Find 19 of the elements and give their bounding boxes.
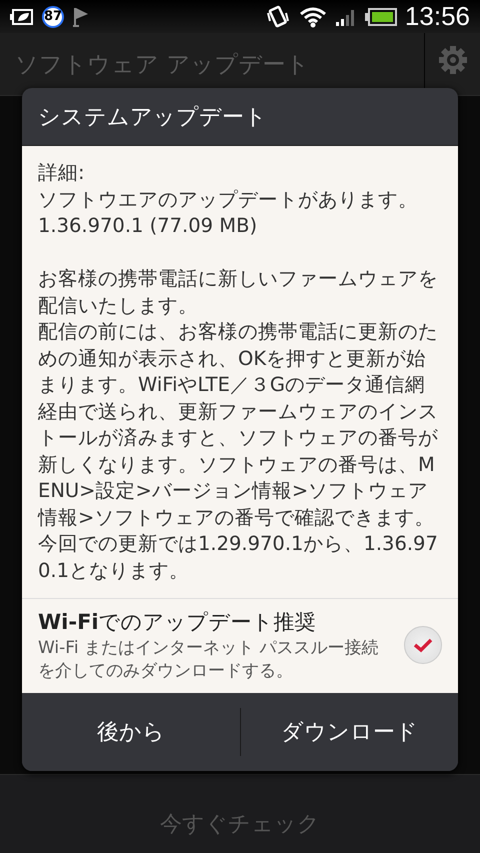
- body-text: ソフトウエアのアップデートがあります。: [38, 186, 419, 212]
- checkbox[interactable]: [404, 626, 442, 664]
- leaf-battery-icon: [10, 8, 34, 26]
- notification-count: 87: [42, 6, 64, 28]
- battery-icon: [364, 8, 397, 26]
- vibrate-icon: [264, 4, 291, 28]
- body-text: 1.36.970.1 (77.09 MB): [38, 213, 258, 239]
- download-button[interactable]: ダウンロード: [240, 693, 458, 771]
- check-icon: [413, 637, 433, 653]
- option-label: Wi-Fiでのアップデート推奨: [38, 609, 317, 636]
- body-text: 詳細:: [38, 160, 86, 186]
- wifi-icon: [298, 6, 327, 28]
- flag-icon: [72, 6, 90, 28]
- option-description: Wi-Fi またはインターネット パススルー接続を介してのみダウンロードする。: [38, 637, 380, 683]
- clock-time: 13:56: [404, 1, 470, 32]
- screen-title: ソフトウェア アップデート: [14, 50, 310, 80]
- body-text: お客様の携帯電話に新しいファームウェアを配信いたします。: [38, 266, 439, 318]
- body-text: 配信の前には、お客様の携帯電話に更新のための通知が表示され、OKを押すと更新が始まります。WiFiやLTE／３Gのデータ通信網経由で送られ、更新ファームウェアのインストールが済みますと、ソフトウェアの番号が新しくなります。ソフトウェアの番号は、MENU>設定>バージョン情報>ソフトウェア情報>ソフトウェアの番号で確認できます。今回での更新では1.29.970.1から、1.36.970.1となります。: [38, 319, 439, 584]
- later-button[interactable]: 後から: [22, 693, 240, 771]
